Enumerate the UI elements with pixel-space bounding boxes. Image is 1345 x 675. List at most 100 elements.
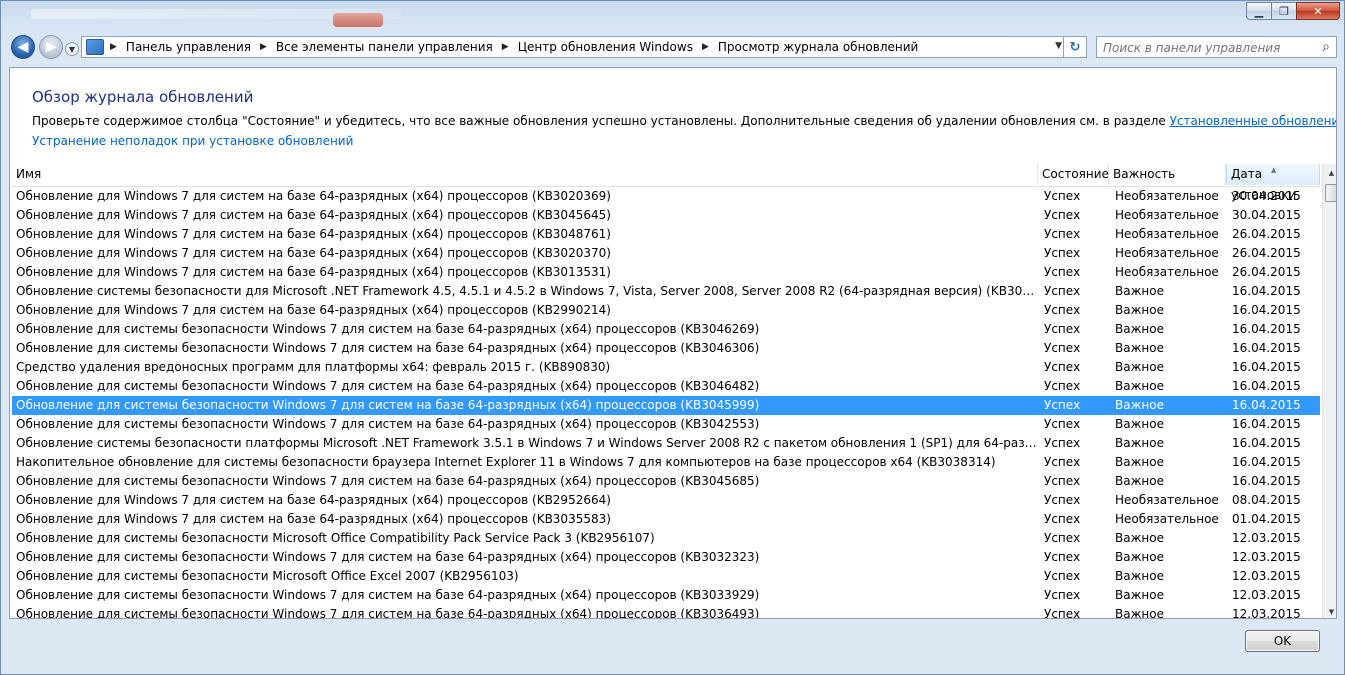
table-row[interactable]: Накопительное обновление для системы без…	[12, 453, 1320, 472]
close-button[interactable]: ✕	[1296, 2, 1340, 20]
table-row[interactable]: Обновление для Windows 7 для систем на б…	[12, 491, 1320, 510]
breadcrumb-separator-icon[interactable]: ▶	[260, 42, 267, 52]
table-row[interactable]: Обновление для системы безопасности Wind…	[12, 396, 1320, 415]
refresh-icon[interactable]: ↻	[1063, 36, 1086, 58]
maximize-button[interactable]: ❐	[1271, 2, 1297, 20]
table-row[interactable]: Обновление для системы безопасности Wind…	[12, 377, 1320, 396]
address-dropdown-icon[interactable]: ▼	[1055, 41, 1062, 51]
cell-name: Обновление для Windows 7 для систем на б…	[16, 246, 611, 260]
cell-name: Обновление для системы безопасности Wind…	[16, 322, 760, 336]
table-row[interactable]: Обновление для Windows 7 для систем на б…	[12, 301, 1320, 320]
cell-state: Успех	[1044, 531, 1081, 545]
cell-name: Обновление для системы безопасности Wind…	[16, 379, 760, 393]
breadcrumb-windows-update[interactable]: Центр обновления Windows	[518, 40, 693, 54]
cell-importance: Важное	[1115, 341, 1164, 355]
cell-state: Успех	[1044, 550, 1081, 564]
address-bar[interactable]: ▶ Панель управления ▶ Все элементы панел…	[81, 36, 1087, 58]
scroll-down-icon[interactable]: ▼	[1323, 603, 1336, 618]
cell-install-date: 16.04.2015	[1232, 436, 1301, 450]
table-row[interactable]: Обновление для Windows 7 для систем на б…	[12, 225, 1320, 244]
update-history-table: Имя Состояние Важность ▲ Дата установки …	[12, 164, 1336, 619]
table-row[interactable]: Обновление для системы безопасности Wind…	[12, 548, 1320, 567]
table-row[interactable]: Обновление для системы безопасности Wind…	[12, 605, 1320, 619]
breadcrumb-all-items[interactable]: Все элементы панели управления	[276, 40, 493, 54]
cell-importance: Необязательное	[1115, 246, 1219, 260]
cell-state: Успех	[1044, 246, 1081, 260]
column-header-state[interactable]: Состояние	[1038, 164, 1109, 185]
breadcrumb-separator-icon[interactable]: ▶	[502, 42, 509, 52]
table-row[interactable]: Обновление для системы безопасности Wind…	[12, 472, 1320, 491]
cell-name: Обновление для Windows 7 для систем на б…	[16, 303, 611, 317]
table-row[interactable]: Обновление системы безопасности платформ…	[12, 434, 1320, 453]
cell-install-date: 30.04.2015	[1232, 208, 1301, 222]
back-arrow-icon: ◀	[17, 39, 29, 55]
cell-importance: Важное	[1115, 417, 1164, 431]
cell-name: Обновление для системы безопасности Wind…	[16, 341, 760, 355]
column-header-install-date[interactable]: ▲ Дата установки	[1226, 164, 1320, 202]
cell-state: Успех	[1044, 265, 1081, 279]
cell-state: Успех	[1044, 569, 1081, 583]
sort-ascending-icon: ▲	[1271, 166, 1277, 174]
cell-name: Обновление для Windows 7 для систем на б…	[16, 512, 611, 526]
cell-state: Успех	[1044, 379, 1081, 393]
cell-name: Средство удаления вредоносных программ д…	[16, 360, 611, 374]
cell-install-date: 16.04.2015	[1232, 303, 1301, 317]
cell-state: Успех	[1044, 455, 1081, 469]
back-button[interactable]: ◀	[11, 35, 35, 59]
ok-button[interactable]: OK	[1245, 630, 1320, 652]
table-row[interactable]: Обновление для Windows 7 для систем на б…	[12, 206, 1320, 225]
installed-updates-link[interactable]: Установленные обновления	[1170, 114, 1336, 128]
page-description: Проверьте содержимое столбца "Состояние"…	[32, 114, 1336, 128]
forward-button[interactable]: ▶	[39, 35, 63, 59]
table-row[interactable]: Обновление для Windows 7 для систем на б…	[12, 244, 1320, 263]
search-icon[interactable]: ⌕	[1322, 39, 1330, 55]
cell-importance: Важное	[1115, 531, 1164, 545]
table-row[interactable]: Обновление для Windows 7 для систем на б…	[12, 263, 1320, 282]
table-row[interactable]: Средство удаления вредоносных программ д…	[12, 358, 1320, 377]
table-row[interactable]: Обновление для системы безопасности Micr…	[12, 529, 1320, 548]
cell-importance: Необязательное	[1115, 512, 1219, 526]
table-row[interactable]: Обновление для системы безопасности Wind…	[12, 586, 1320, 605]
cell-importance: Необязательное	[1115, 493, 1219, 507]
minimize-button[interactable]: ▁	[1246, 2, 1272, 20]
cell-install-date: 16.04.2015	[1232, 341, 1301, 355]
cell-state: Успех	[1044, 417, 1081, 431]
table-row[interactable]: Обновление для системы безопасности Wind…	[12, 320, 1320, 339]
cell-name: Обновление для Windows 7 для систем на б…	[16, 208, 611, 222]
cell-state: Успех	[1044, 607, 1081, 619]
breadcrumb-separator-icon[interactable]: ▶	[702, 42, 709, 52]
troubleshoot-link[interactable]: Устранение неполадок при установке обнов…	[32, 134, 353, 148]
cell-install-date: 30.04.2015	[1232, 189, 1301, 203]
cell-install-date: 12.03.2015	[1232, 531, 1301, 545]
forward-arrow-icon: ▶	[45, 39, 57, 55]
cell-install-date: 16.04.2015	[1232, 455, 1301, 469]
cell-install-date: 12.03.2015	[1232, 569, 1301, 583]
breadcrumb-control-panel[interactable]: Панель управления	[126, 40, 251, 54]
recent-pages-button[interactable]: ▼	[65, 42, 79, 56]
table-row[interactable]: Обновление для системы безопасности Wind…	[12, 339, 1320, 358]
table-row[interactable]: Обновление для системы безопасности Wind…	[12, 415, 1320, 434]
breadcrumb-update-history[interactable]: Просмотр журнала обновлений	[718, 40, 918, 54]
column-header-name[interactable]: Имя	[12, 164, 1038, 185]
cell-install-date: 16.04.2015	[1232, 417, 1301, 431]
scroll-thumb[interactable]	[1325, 184, 1336, 202]
vertical-scrollbar[interactable]: ▲ ▼	[1322, 164, 1336, 618]
table-row[interactable]: Обновление для Windows 7 для систем на б…	[12, 187, 1320, 206]
breadcrumb-separator-icon[interactable]: ▶	[110, 42, 117, 52]
cell-install-date: 12.03.2015	[1232, 588, 1301, 602]
table-row[interactable]: Обновление для системы безопасности Micr…	[12, 567, 1320, 586]
cell-state: Успех	[1044, 474, 1081, 488]
cell-install-date: 16.04.2015	[1232, 284, 1301, 298]
cell-install-date: 12.03.2015	[1232, 550, 1301, 564]
table-row[interactable]: Обновление для Windows 7 для систем на б…	[12, 510, 1320, 529]
page-header: Обзор журнала обновлений Проверьте содер…	[10, 68, 1336, 164]
column-header-importance[interactable]: Важность	[1109, 164, 1226, 185]
search-input[interactable]	[1097, 37, 1315, 59]
cell-name: Обновление для Windows 7 для систем на б…	[16, 265, 611, 279]
table-row[interactable]: Обновление системы безопасности для Micr…	[12, 282, 1320, 301]
scroll-up-icon[interactable]: ▲	[1323, 164, 1336, 181]
cell-name: Обновление для Windows 7 для систем на б…	[16, 493, 611, 507]
cell-importance: Важное	[1115, 569, 1164, 583]
title-bar[interactable]: ▁ ❐ ✕	[1, 1, 1345, 29]
cell-importance: Необязательное	[1115, 189, 1219, 203]
